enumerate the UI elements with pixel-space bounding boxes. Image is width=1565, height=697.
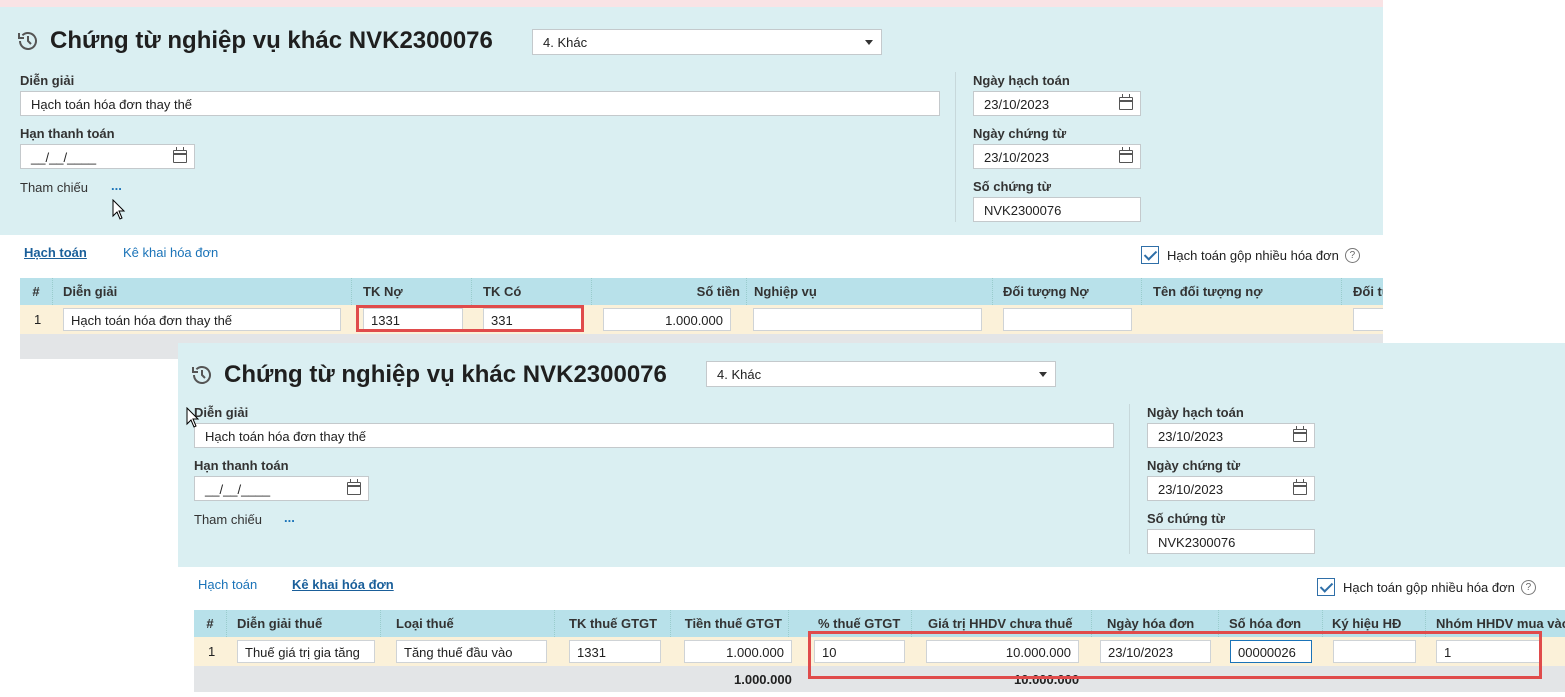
row-so-tien-input[interactable]: 1.000.000 xyxy=(603,308,731,331)
highlight-box xyxy=(808,631,1542,679)
help-icon[interactable]: ? xyxy=(1344,247,1360,263)
row-tien-thue-input[interactable]: 1.000.000 xyxy=(684,640,792,663)
ngay-hach-toan-value: 23/10/2023 xyxy=(1158,429,1224,444)
tham-chieu-label: Tham chiếu xyxy=(194,512,262,527)
ngay-hach-toan-label: Ngày hạch toán xyxy=(1147,405,1244,420)
total-tien-thue: 1.000.000 xyxy=(734,672,792,687)
calendar-icon[interactable] xyxy=(1119,147,1133,163)
row-dien-giai-input[interactable]: Hạch toán hóa đơn thay thế xyxy=(63,308,341,331)
calendar-icon[interactable] xyxy=(347,479,361,495)
so-chung-tu-label: Số chứng từ xyxy=(1147,511,1226,526)
voucher-form-top: Chứng từ nghiệp vụ khác NVK2300076 4. Kh… xyxy=(0,7,1383,235)
calendar-icon[interactable] xyxy=(1119,94,1133,110)
gop-hoa-don-checkbox-row[interactable]: Hạch toán gộp nhiều hóa đơn ? xyxy=(1317,578,1536,596)
dien-giai-label: Diễn giải xyxy=(20,73,75,88)
tab-ke-khai-hoa-don[interactable]: Kê khai hóa đơn xyxy=(292,577,394,592)
top-strip xyxy=(0,0,1383,7)
gop-hoa-don-label: Hạch toán gộp nhiều hóa đơn xyxy=(1167,247,1339,263)
help-icon[interactable]: ? xyxy=(1520,579,1536,595)
col-tk-no[interactable]: TK Nợ xyxy=(357,278,472,305)
col-tk-thue-gtgt[interactable]: TK thuế GTGT xyxy=(563,610,671,637)
gop-hoa-don-checkbox[interactable] xyxy=(1317,578,1335,596)
grid-header: # Diễn giải TK Nợ TK Có Số tiền Nghiệp v… xyxy=(20,278,1383,305)
ngay-chung-tu-label: Ngày chứng từ xyxy=(973,126,1067,141)
history-icon[interactable] xyxy=(190,363,214,387)
col-so-tien[interactable]: Số tiền xyxy=(597,278,747,305)
tham-chieu-more-button[interactable]: ... xyxy=(111,178,122,193)
voucher-type-select[interactable]: 4. Khác xyxy=(532,29,882,55)
divider xyxy=(1129,404,1130,554)
row-loai-thue-select[interactable]: Tăng thuế đầu vào xyxy=(396,640,547,663)
voucher-type-value: 4. Khác xyxy=(543,35,588,50)
tab-hach-toan[interactable]: Hạch toán xyxy=(24,245,87,260)
ngay-hach-toan-label: Ngày hạch toán xyxy=(973,73,1070,88)
chevron-down-icon[interactable] xyxy=(865,40,873,45)
voucher-type-value: 4. Khác xyxy=(717,367,762,382)
page-title: Chứng từ nghiệp vụ khác NVK2300076 xyxy=(224,361,667,388)
col-nghiep-vu[interactable]: Nghiệp vụ xyxy=(748,278,993,305)
ngay-chung-tu-value: 23/10/2023 xyxy=(1158,482,1224,497)
col-dien-giai-thue[interactable]: Diễn giải thuế xyxy=(231,610,381,637)
page-title: Chứng từ nghiệp vụ khác NVK2300076 xyxy=(50,27,493,54)
ngay-hach-toan-value: 23/10/2023 xyxy=(984,97,1050,112)
row-doi-tuong-co-input[interactable] xyxy=(1353,308,1383,331)
dien-giai-input[interactable]: Hạch toán hóa đơn thay thế xyxy=(194,423,1114,448)
han-thanh-toan-input[interactable]: __/__/____ xyxy=(20,144,195,169)
han-thanh-toan-label: Hạn thanh toán xyxy=(20,126,115,141)
ngay-chung-tu-input[interactable]: 23/10/2023 xyxy=(1147,476,1315,501)
col-loai-thue[interactable]: Loại thuế xyxy=(390,610,555,637)
ngay-hach-toan-input[interactable]: 23/10/2023 xyxy=(1147,423,1315,448)
tham-chieu-label: Tham chiếu xyxy=(20,180,88,195)
han-thanh-toan-value: __/__/____ xyxy=(31,150,97,165)
row-doi-tuong-no-input[interactable] xyxy=(1003,308,1132,331)
tab-ke-khai-hoa-don[interactable]: Kê khai hóa đơn xyxy=(123,245,218,260)
so-chung-tu-label: Số chứng từ xyxy=(973,179,1052,194)
gop-hoa-don-checkbox[interactable] xyxy=(1141,246,1159,264)
ngay-chung-tu-value: 23/10/2023 xyxy=(984,150,1050,165)
row-number: 1 xyxy=(208,644,216,659)
mouse-cursor-icon xyxy=(186,407,200,428)
han-thanh-toan-value: __/__/____ xyxy=(205,482,271,497)
gop-hoa-don-checkbox-row[interactable]: Hạch toán gộp nhiều hóa đơn ? xyxy=(1141,246,1360,264)
col-doi-tuong-no[interactable]: Đối tượng Nợ xyxy=(997,278,1142,305)
divider xyxy=(955,72,956,222)
calendar-icon[interactable] xyxy=(1293,426,1307,442)
chevron-down-icon[interactable] xyxy=(1039,372,1047,377)
history-icon[interactable] xyxy=(16,29,40,53)
row-nghiep-vu-input[interactable] xyxy=(753,308,982,331)
han-thanh-toan-input[interactable]: __/__/____ xyxy=(194,476,369,501)
col-doi-tuong-co[interactable]: Đối tượng Có xyxy=(1347,278,1383,305)
table-row[interactable]: 1 Hạch toán hóa đơn thay thế 1331 331 1.… xyxy=(20,305,1383,334)
dien-giai-label: Diễn giải xyxy=(194,405,249,420)
col-num: # xyxy=(20,278,53,305)
voucher-type-select[interactable]: 4. Khác xyxy=(706,361,1056,387)
col-dien-giai[interactable]: Diễn giải xyxy=(57,278,352,305)
col-ten-doi-tuong-no[interactable]: Tên đối tượng nợ xyxy=(1147,278,1342,305)
voucher-form-bottom: Chứng từ nghiệp vụ khác NVK2300076 4. Kh… xyxy=(178,343,1565,567)
gop-hoa-don-label: Hạch toán gộp nhiều hóa đơn xyxy=(1343,579,1515,595)
tham-chieu-more-button[interactable]: ... xyxy=(284,510,295,525)
title-row: Chứng từ nghiệp vụ khác NVK2300076 xyxy=(16,27,493,55)
dien-giai-input[interactable]: Hạch toán hóa đơn thay thế xyxy=(20,91,940,116)
han-thanh-toan-label: Hạn thanh toán xyxy=(194,458,289,473)
so-chung-tu-input[interactable]: NVK2300076 xyxy=(1147,529,1315,554)
row-number: 1 xyxy=(34,312,42,327)
so-chung-tu-input[interactable]: NVK2300076 xyxy=(973,197,1141,222)
row-tk-thue-input[interactable]: 1331 xyxy=(569,640,661,663)
calendar-icon[interactable] xyxy=(173,147,187,163)
row-dien-giai-thue-input[interactable]: Thuế giá trị gia tăng xyxy=(237,640,375,663)
col-num: # xyxy=(194,610,227,637)
calendar-icon[interactable] xyxy=(1293,479,1307,495)
ngay-hach-toan-input[interactable]: 23/10/2023 xyxy=(973,91,1141,116)
tab-hach-toan[interactable]: Hạch toán xyxy=(198,577,257,592)
highlight-box xyxy=(356,305,584,332)
mouse-cursor-icon xyxy=(112,199,126,220)
ngay-chung-tu-input[interactable]: 23/10/2023 xyxy=(973,144,1141,169)
ngay-chung-tu-label: Ngày chứng từ xyxy=(1147,458,1241,473)
title-row: Chứng từ nghiệp vụ khác NVK2300076 xyxy=(190,361,667,389)
col-tien-thue-gtgt[interactable]: Tiền thuế GTGT xyxy=(674,610,789,637)
col-tk-co[interactable]: TK Có xyxy=(477,278,592,305)
